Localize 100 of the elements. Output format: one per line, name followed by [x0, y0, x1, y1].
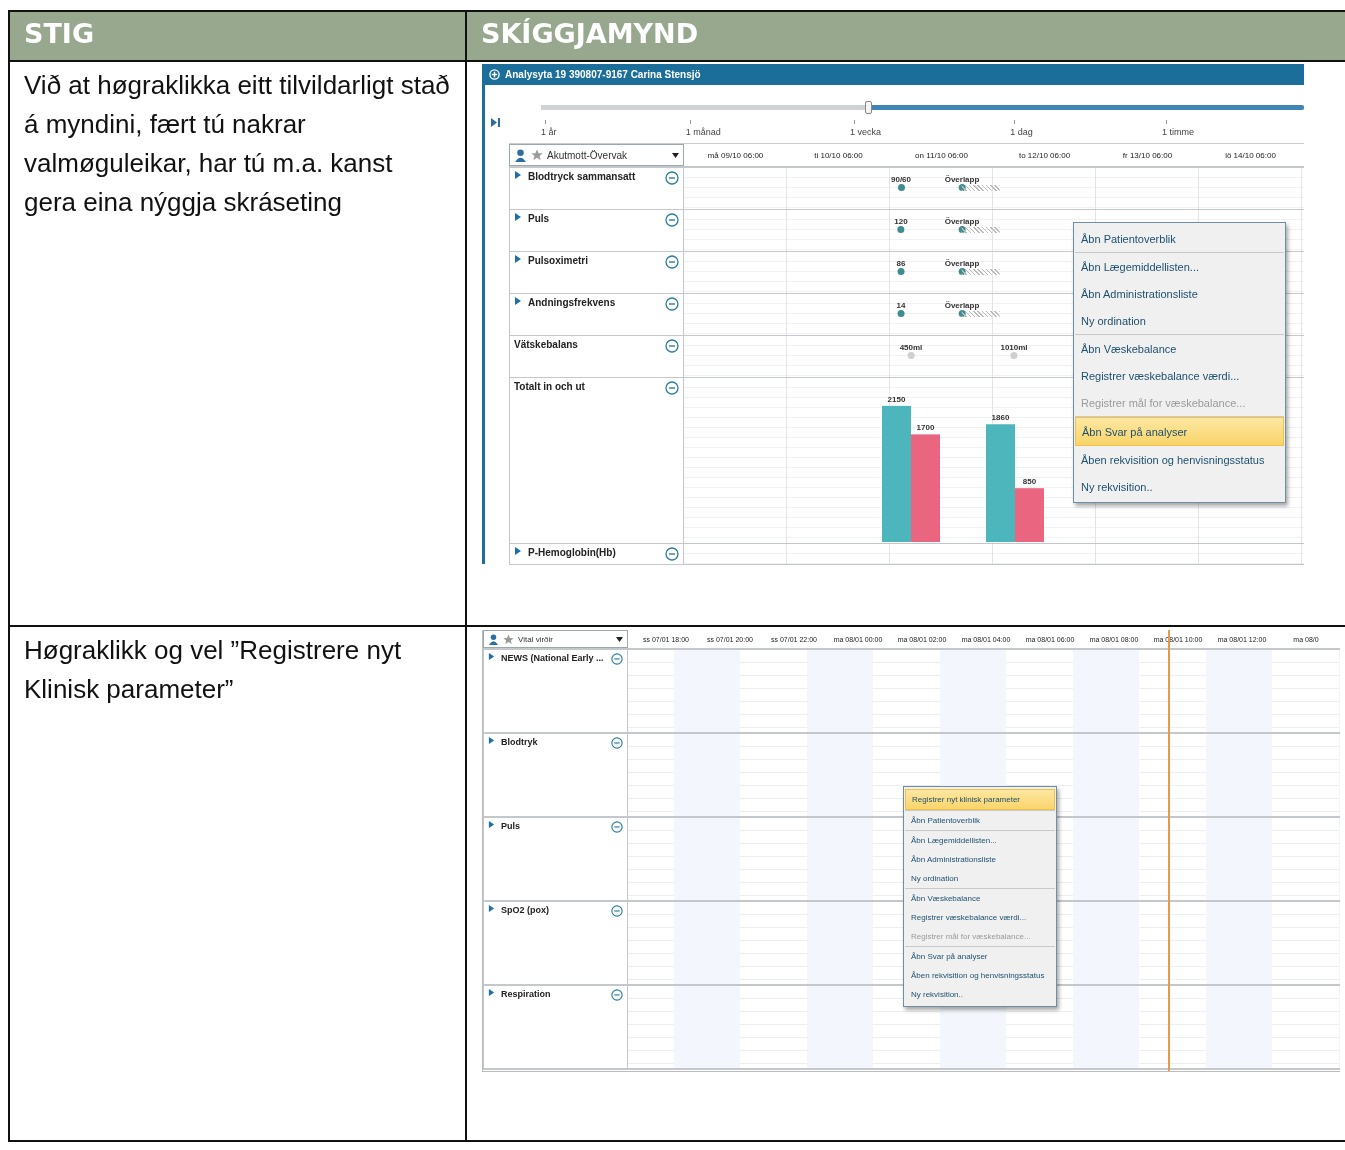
zoom-label: 1 månad: [685, 120, 721, 137]
column-header: STIG: [10, 12, 467, 62]
parameter-name: NEWS (National Early ...: [501, 653, 605, 663]
data-point[interactable]: [897, 310, 905, 317]
person-icon[interactable]: [514, 148, 527, 162]
expand-triangle-icon[interactable]: [488, 905, 495, 912]
step-text: Høgraklikk og vel ”Registrere nyt Klinisk parameter”: [24, 634, 403, 706]
menu-item[interactable]: Åbn Lægemiddellisten...: [1075, 253, 1284, 280]
data-point[interactable]: [958, 226, 966, 233]
value-label: 14: [896, 301, 906, 310]
time-label: to 12/10 06:00: [1017, 150, 1072, 160]
menu-item[interactable]: Åben rekvisition og henvisningsstatus: [1075, 446, 1284, 473]
menu-item[interactable]: Åbn Svar på analyser: [905, 947, 1055, 966]
collapse-icon[interactable]: [611, 821, 623, 833]
plus-circle-icon: [489, 69, 500, 80]
data-point[interactable]: [897, 268, 905, 275]
collapse-icon[interactable]: [665, 297, 679, 311]
time-label: lö 14/10 06:00: [1224, 150, 1277, 160]
bar-value-label: 1700: [916, 423, 935, 433]
menu-item[interactable]: Åbn Svar på analyser: [1075, 417, 1284, 446]
data-point[interactable]: [958, 184, 966, 191]
value-label: 86: [896, 259, 906, 268]
overlap-label: Överlapp: [944, 175, 980, 184]
value-label: 90/60: [891, 175, 911, 184]
value-label: 450ml: [899, 343, 923, 352]
dropdown-caret-icon[interactable]: [616, 636, 623, 642]
collapse-icon[interactable]: [665, 255, 679, 269]
overlap-hatch: [962, 311, 1000, 317]
menu-item[interactable]: Åbn Væskebalance: [1075, 335, 1284, 362]
parameter-name: Respiration: [501, 989, 552, 999]
bar-value-label: 2150: [887, 394, 906, 404]
value-label: 1010ml: [1000, 343, 1028, 352]
data-point[interactable]: [897, 184, 905, 191]
zoom-label: 1 dag: [1010, 120, 1033, 137]
data-point[interactable]: [897, 226, 905, 233]
zoom-label: 1 vecka: [850, 120, 881, 137]
collapse-icon[interactable]: [665, 547, 679, 561]
menu-item[interactable]: Åbn Lægemiddellisten...: [905, 831, 1055, 850]
collapse-icon[interactable]: [611, 905, 623, 917]
expand-triangle-icon[interactable]: [488, 653, 495, 660]
expand-triangle-icon[interactable]: [514, 255, 522, 263]
menu-item[interactable]: Åben rekvisition og henvisningsstatus: [905, 966, 1055, 985]
menu-item[interactable]: Registrer væskebalance værdi...: [905, 908, 1055, 927]
menu-item[interactable]: Åbn Patientoverblik: [905, 811, 1055, 830]
collapse-icon[interactable]: [665, 339, 679, 353]
timeline-plot[interactable]: 90/60 Överlapp: [684, 168, 1304, 209]
parameter-name: Puls: [501, 821, 521, 831]
overlap-label: Överlapp: [944, 301, 980, 310]
star-icon[interactable]: [503, 633, 514, 645]
patient-title: Analysyta 19 390807-9167 Carina Stensjö: [505, 69, 701, 80]
zoom-label: 1 timme: [1162, 120, 1194, 137]
column-header: SKÍGGJAMYND: [467, 12, 1345, 62]
expand-triangle-icon[interactable]: [514, 297, 522, 305]
collapse-icon[interactable]: [665, 213, 679, 227]
star-icon[interactable]: [531, 149, 543, 161]
menu-item[interactable]: Ny ordination: [1075, 307, 1284, 334]
overlap-label: Överlapp: [944, 259, 980, 268]
parameter-name: Andningsfrekvens: [528, 297, 617, 308]
parameter-name: SpO2 (pox): [501, 905, 550, 915]
parameter-name: Pulsoximetri: [528, 255, 590, 266]
bar-value-label: 850: [1022, 477, 1037, 487]
time-label: ti 10/10 06:00: [813, 150, 864, 160]
zoom-label: 1 år: [541, 120, 557, 137]
menu-item[interactable]: Åbn Patientoverblik: [1075, 225, 1284, 252]
view-dropdown[interactable]: Akutmott-Övervak: [509, 144, 684, 166]
person-icon[interactable]: [488, 633, 499, 645]
parameter-name: Puls: [528, 213, 551, 224]
data-point[interactable]: [958, 310, 966, 317]
collapse-icon[interactable]: [611, 989, 623, 1001]
expand-triangle-icon[interactable]: [488, 821, 495, 828]
dropdown-caret-icon[interactable]: [672, 152, 679, 158]
overlap-label: Överlapp: [944, 217, 980, 226]
expand-triangle-icon[interactable]: [514, 171, 522, 179]
data-point[interactable]: [958, 268, 966, 275]
time-label: on 11/10 06:00: [914, 150, 969, 160]
collapse-icon[interactable]: [665, 381, 679, 395]
menu-item[interactable]: Ny rekvisition..: [905, 985, 1055, 1004]
parameter-name: Vätskebalans: [514, 339, 579, 350]
slider-thumb[interactable]: [865, 101, 873, 114]
parameter-name: P-Hemoglobin(Hb): [528, 547, 617, 558]
parameter-name: Blodtryck sammansatt: [528, 171, 637, 182]
skip-forward-icon[interactable]: [491, 118, 501, 127]
menu-item[interactable]: Ny ordination: [905, 869, 1055, 888]
menu-item[interactable]: Åbn Administrationsliste: [905, 850, 1055, 869]
time-label: må 09/10 06:00: [706, 150, 765, 160]
menu-item[interactable]: Ny rekvisition..: [1075, 473, 1284, 500]
collapse-icon[interactable]: [611, 737, 623, 749]
bar-value-label: 1860: [991, 413, 1010, 423]
collapse-icon[interactable]: [665, 171, 679, 185]
menu-item[interactable]: Åbn Væskebalance: [905, 889, 1055, 908]
menu-item[interactable]: Registrer nyt klinisk parameter: [905, 789, 1055, 810]
expand-triangle-icon[interactable]: [488, 989, 495, 996]
value-label: 120: [894, 217, 908, 226]
expand-triangle-icon[interactable]: [514, 213, 522, 221]
overlap-hatch: [962, 227, 1000, 233]
view-dropdown[interactable]: Vital virðir: [483, 630, 628, 648]
collapse-icon[interactable]: [611, 653, 623, 665]
overlap-hatch: [962, 185, 1000, 191]
expand-triangle-icon[interactable]: [488, 737, 495, 744]
expand-triangle-icon[interactable]: [514, 547, 522, 555]
